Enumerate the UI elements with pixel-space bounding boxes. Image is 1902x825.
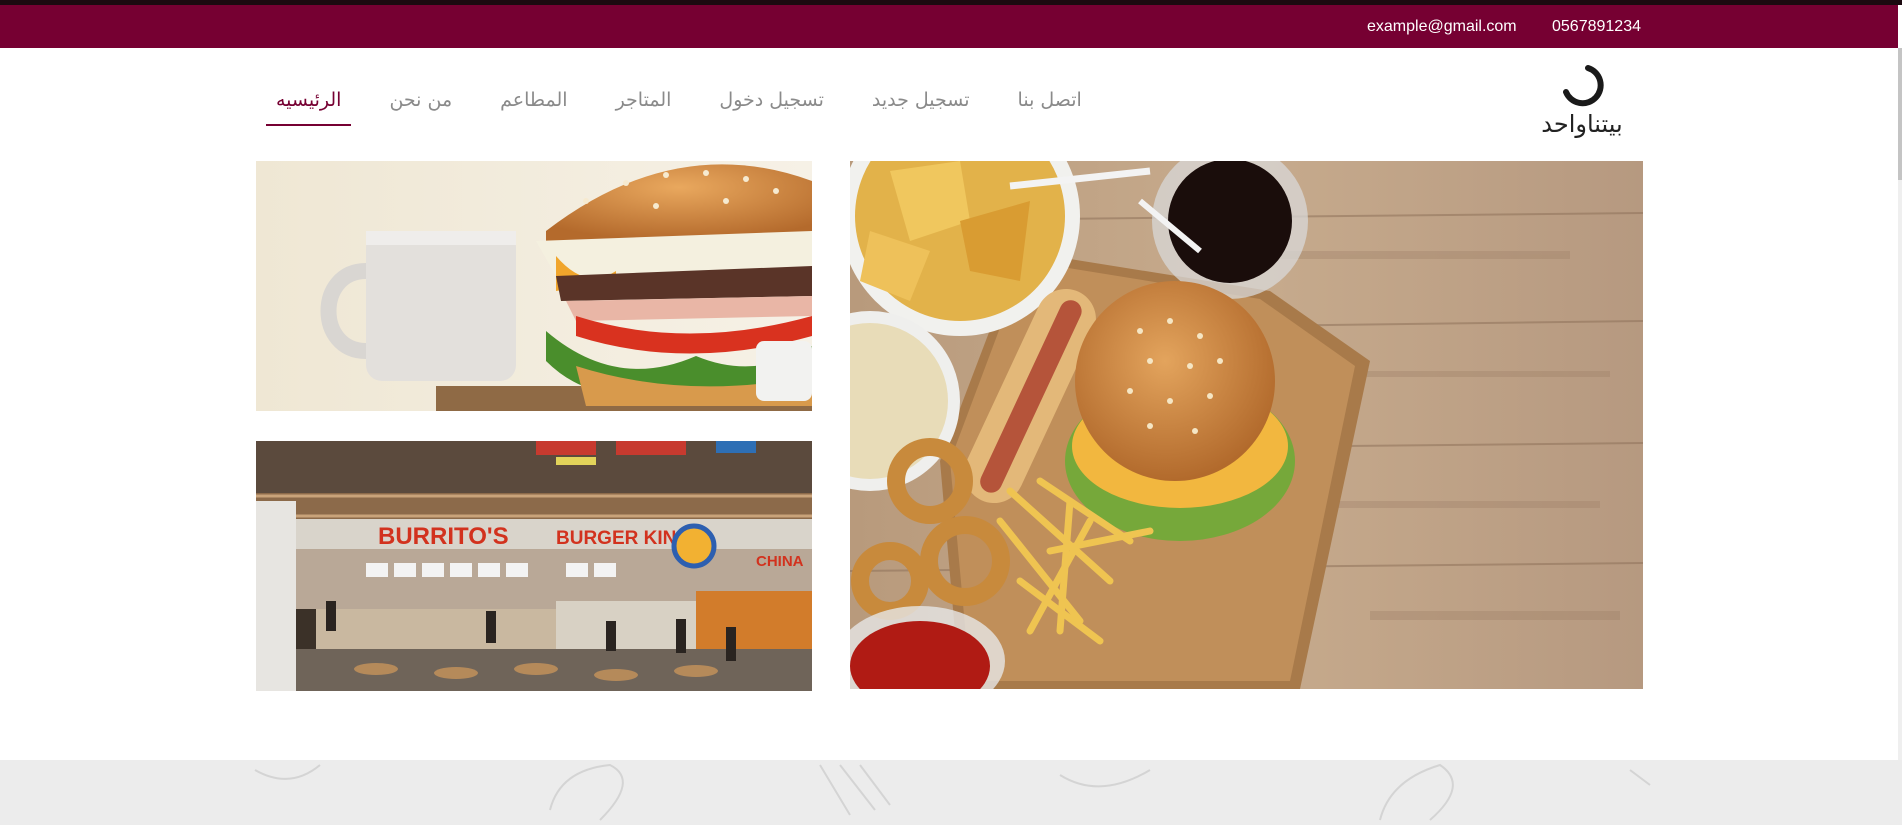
site-logo[interactable]: بيتناواحد <box>1530 62 1634 144</box>
burger-and-cup-image <box>256 161 812 411</box>
circle-arc-icon <box>1563 65 1604 107</box>
nav-item-about[interactable]: من نحن <box>379 82 462 126</box>
nav-item-contact[interactable]: اتصل بنا <box>1008 82 1092 126</box>
phone-number[interactable]: 0567891234 <box>1552 5 1641 48</box>
logo-text: بيتناواحد <box>1541 110 1623 138</box>
scrollbar-thumb[interactable] <box>1898 48 1902 180</box>
contact-bar: 0567891234 example@gmail.com <box>0 5 1898 48</box>
sign-burger-king: BURGER KING <box>556 528 691 549</box>
nav-item-login[interactable]: تسجيل دخول <box>709 82 834 126</box>
nav-item-home[interactable]: الرئيسيه <box>266 82 352 126</box>
nav-item-restaurants[interactable]: المطاعم <box>490 82 577 126</box>
sign-china: CHINA <box>756 553 804 570</box>
nav-item-register[interactable]: تسجيل جديد <box>862 82 980 126</box>
email-address[interactable]: example@gmail.com <box>1367 5 1517 48</box>
nav-item-stores[interactable]: المتاجر <box>606 82 682 126</box>
food-court-image: BURRITO'S BURGER KING CHINA <box>256 441 812 691</box>
fast-food-board-image <box>850 161 1643 689</box>
sign-burritos: BURRITO'S <box>378 523 509 550</box>
main-navigation: الرئيسيه من نحن المطاعم المتاجر تسجيل دخ… <box>266 82 1082 126</box>
footer-pattern-band <box>0 760 1902 825</box>
